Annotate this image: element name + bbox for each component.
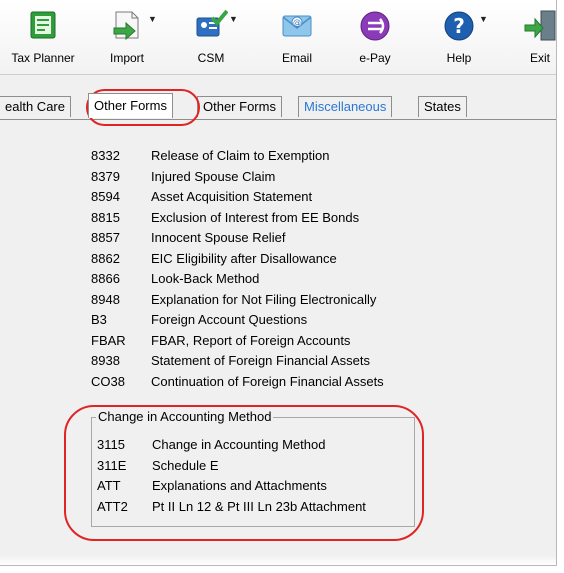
form-code: 8379	[91, 168, 120, 184]
form-code: 8948	[91, 291, 120, 307]
form-row[interactable]: B3 Foreign Account Questions	[91, 310, 384, 331]
epay-button[interactable]: e-Pay	[340, 8, 410, 65]
form-row[interactable]: 8938 Statement of Foreign Financial Asset…	[91, 351, 384, 372]
svg-text:@: @	[293, 18, 301, 27]
form-row[interactable]: 8862 EIC Eligibility after Disallowance	[91, 249, 384, 270]
tab-divider	[0, 119, 556, 120]
toolbar-label: Tax Planner	[11, 51, 75, 65]
forms-list: 8332 Release of Claim to Exemption 8379 Inj…	[91, 146, 384, 392]
form-code: 8815	[91, 209, 120, 225]
form-row[interactable]: 8594 Asset Acquisition Statement	[91, 187, 384, 208]
form-code: CO38	[91, 373, 125, 389]
form-row[interactable]: 8866 Look-Back Method	[91, 269, 384, 290]
form-code: FBAR	[91, 332, 126, 348]
tax-planner-button[interactable]: Tax Planner	[8, 8, 78, 65]
toolbar-label: Help	[446, 51, 472, 65]
form-row[interactable]: FBAR FBAR, Report of Foreign Accounts	[91, 331, 384, 352]
form-name: EIC Eligibility after Disallowance	[151, 250, 337, 266]
form-name: Exclusion of Interest from EE Bonds	[151, 209, 360, 225]
toolbar-label: Import	[109, 51, 144, 65]
form-code: 8862	[91, 250, 120, 266]
help-icon: ?	[442, 8, 476, 42]
tab-states[interactable]: States	[418, 96, 467, 117]
form-code: 8332	[91, 148, 120, 163]
form-code: B3	[91, 312, 107, 327]
form-row[interactable]: 8815 Exclusion of Interest from EE Bonds	[91, 208, 384, 229]
import-icon	[110, 8, 144, 42]
form-code: 8866	[91, 271, 120, 286]
svg-text:?: ?	[453, 14, 465, 38]
form-row[interactable]: 8332 Release of Claim to Exemption	[91, 146, 384, 167]
highlight-oval-group	[64, 405, 424, 541]
form-tabs: ealth Care Other Forms Other Forms Misce…	[0, 90, 556, 120]
tab-other-forms[interactable]: Other Forms	[197, 96, 282, 117]
form-row[interactable]: 8857 Innocent Spouse Relief	[91, 228, 384, 249]
form-row[interactable]: CO38 Continuation of Foreign Financial As…	[91, 372, 384, 393]
email-button[interactable]: @ Email	[262, 8, 332, 65]
form-code: 8938	[91, 353, 120, 368]
form-code: 8857	[91, 230, 120, 245]
toolbar-label: CSM	[197, 51, 225, 65]
form-code: 8594	[91, 189, 120, 204]
form-name: FBAR, Report of Foreign Accounts	[151, 332, 351, 348]
form-row[interactable]: 8948 Explanation for Not Filing Electroni…	[91, 290, 384, 311]
form-name: Continuation of Foreign Financial Assets	[151, 373, 384, 389]
form-name: Explanation for Not Filing Electronicall…	[151, 291, 377, 307]
epay-icon	[358, 8, 392, 42]
email-icon: @	[280, 8, 314, 42]
form-name: Innocent Spouse Relief	[151, 230, 286, 245]
help-dropdown-icon[interactable]: ▼	[479, 14, 488, 24]
exit-button[interactable]: Exit	[505, 8, 556, 65]
form-name: Statement of Foreign Financial Assets	[151, 353, 370, 368]
toolbar: Tax Planner Import ▼ CSM ▼ @ Email e-Pay…	[0, 0, 556, 75]
form-name: Injured Spouse Claim	[151, 168, 276, 184]
tab-health-care[interactable]: ealth Care	[0, 96, 71, 117]
csm-dropdown-icon[interactable]: ▼	[229, 14, 238, 24]
toolbar-label: Email	[281, 51, 312, 65]
exit-icon	[523, 8, 556, 42]
import-dropdown-icon[interactable]: ▼	[148, 14, 157, 24]
toolbar-label: Exit	[529, 51, 550, 65]
toolbar-label: e-Pay	[359, 51, 391, 65]
form-name: Look-Back Method	[151, 271, 260, 286]
form-name: Foreign Account Questions	[151, 312, 308, 327]
tax-planner-icon	[26, 8, 60, 42]
form-row[interactable]: 8379 Injured Spouse Claim	[91, 167, 384, 188]
tax-app-window: Tax Planner Import ▼ CSM ▼ @ Email e-Pay…	[0, 0, 557, 566]
tab-miscellaneous[interactable]: Miscellaneous	[298, 96, 393, 117]
tab-other-forms-active[interactable]: Other Forms	[88, 93, 173, 118]
form-name: Asset Acquisition Statement	[151, 189, 313, 204]
csm-icon	[194, 8, 229, 42]
form-name: Release of Claim to Exemption	[151, 148, 330, 163]
